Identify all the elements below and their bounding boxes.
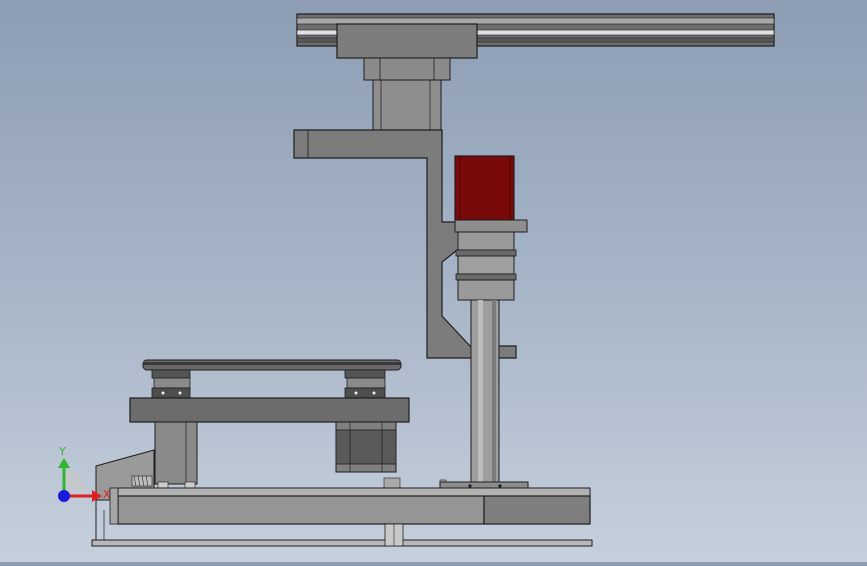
timing-belt[interactable] xyxy=(142,359,402,371)
vertical-shaft[interactable] xyxy=(470,299,500,487)
x-axis-label: X xyxy=(103,488,111,501)
z-axis-dot xyxy=(58,490,70,502)
cad-viewport[interactable]: Y X xyxy=(0,0,867,562)
base-platform[interactable] xyxy=(109,487,591,525)
carriage-mount-block xyxy=(363,57,451,81)
support-block xyxy=(154,421,198,485)
lower-shaft xyxy=(384,523,404,547)
red-motor[interactable] xyxy=(454,155,515,221)
vertical-column xyxy=(372,79,442,131)
motor-flange xyxy=(454,219,528,233)
y-axis-label: Y xyxy=(58,445,66,458)
spindle-coupling[interactable] xyxy=(455,231,517,301)
y-arrow-head xyxy=(58,458,70,468)
stepper-motor[interactable] xyxy=(335,421,397,473)
rail-carriage[interactable] xyxy=(336,23,478,59)
middle-plate[interactable] xyxy=(129,397,410,423)
base-fasteners xyxy=(157,477,447,489)
left-pulley[interactable] xyxy=(151,369,191,399)
assembly-drawing[interactable]: Y X xyxy=(0,0,867,562)
right-pulley[interactable] xyxy=(344,369,386,399)
spring-element xyxy=(131,475,153,487)
